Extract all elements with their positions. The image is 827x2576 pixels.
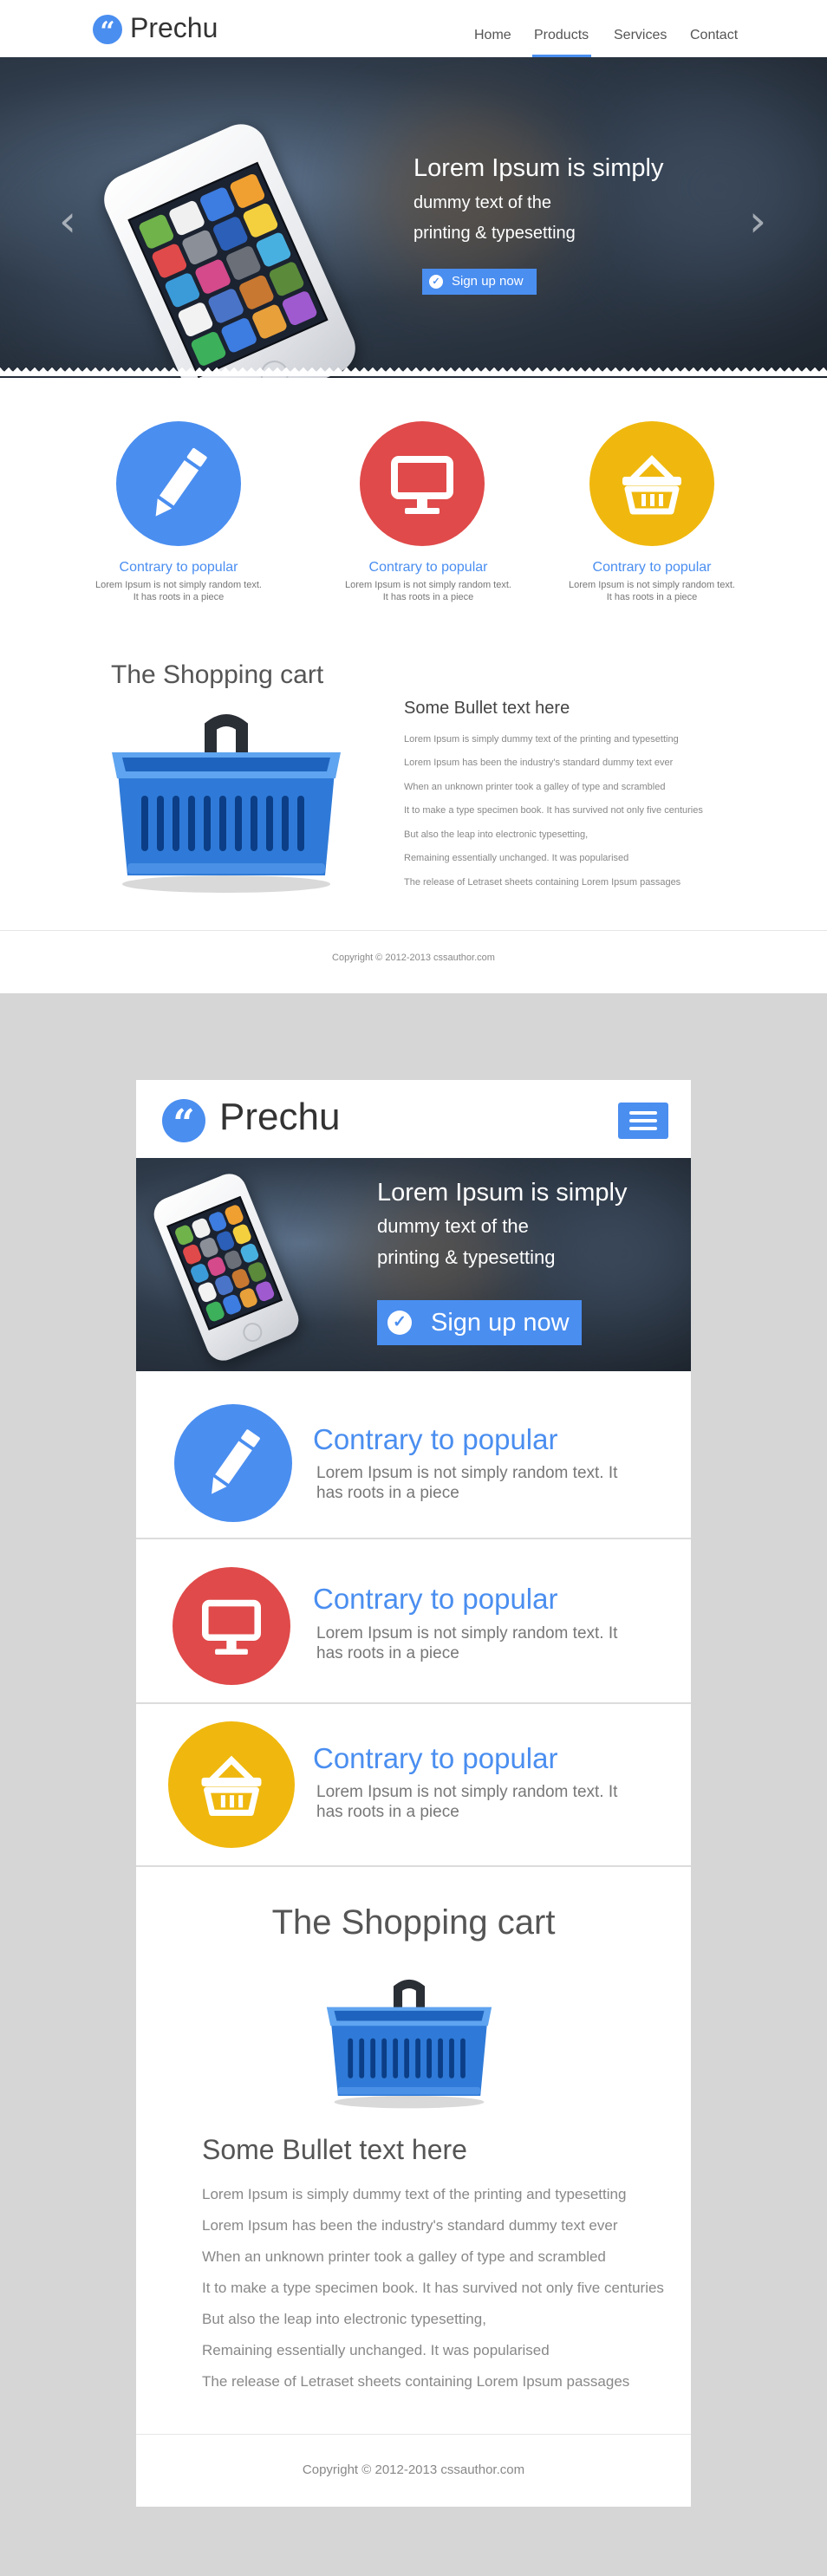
hero-subtitle-line1: dummy text of the (414, 193, 551, 212)
bullet-heading: Some Bullet text here (404, 699, 570, 718)
signup-label: Sign up now (452, 274, 524, 289)
row-divider (136, 1865, 691, 1867)
feature-title[interactable]: Contrary to popular (83, 560, 274, 576)
shopping-basket-image (318, 1977, 500, 2111)
feature-text: Lorem Ipsum is not simply random text. I… (316, 1464, 618, 1502)
nav-home[interactable]: Home (474, 28, 511, 43)
check-icon: ✓ (387, 1311, 412, 1335)
pencil-icon[interactable] (174, 1404, 292, 1522)
bullet-item: The release of Letraset sheets containin… (404, 877, 681, 888)
basket-icon[interactable] (168, 1721, 295, 1848)
feature-title[interactable]: Contrary to popular (333, 560, 524, 576)
hero-title: Lorem Ipsum is simply (377, 1179, 628, 1207)
bullet-item: Remaining essentially unchanged. It was … (202, 2342, 550, 2358)
hero-slider: Lorem Ipsum is simply dummy text of the … (0, 57, 827, 378)
feature-text: Lorem Ipsum is not simply random text. I… (316, 1624, 618, 1662)
nav-products[interactable]: Products (534, 28, 589, 43)
footer-divider (136, 2434, 691, 2435)
logo-quote-icon[interactable]: “ (162, 1099, 205, 1146)
phone-home-button (240, 1319, 265, 1345)
bullet-item: Lorem Ipsum is simply dummy text of the … (404, 734, 679, 745)
bullet-item: Lorem Ipsum is simply dummy text of the … (202, 2186, 627, 2202)
desktop-mockup: “ Prechu Home Products Services Contact … (0, 0, 827, 993)
feature-title[interactable]: Contrary to popular (557, 560, 747, 576)
bullet-item: But also the leap into electronic typese… (202, 2311, 486, 2327)
bullet-item: It to make a type specimen book. It has … (404, 805, 703, 816)
hero-title: Lorem Ipsum is simply (414, 154, 664, 182)
hero-subtitle-line1: dummy text of the (377, 1215, 529, 1237)
desktop-header: “ Prechu Home Products Services Contact (0, 0, 827, 57)
bullet-item: Lorem Ipsum has been the industry's stan… (404, 758, 674, 768)
nav-services[interactable]: Services (614, 28, 667, 43)
signup-label: Sign up now (431, 1309, 570, 1337)
check-icon: ✓ (429, 275, 443, 289)
iphone-image (148, 1168, 304, 1366)
bullet-item: Remaining essentially unchanged. It was … (404, 853, 629, 863)
slider-prev-arrow-icon[interactable]: ‹ (59, 196, 76, 246)
feature-title[interactable]: Contrary to popular (313, 1583, 557, 1616)
monitor-icon[interactable] (360, 421, 485, 546)
signup-button[interactable]: ✓ Sign up now (422, 269, 537, 295)
bullet-item: The release of Letraset sheets containin… (202, 2373, 630, 2390)
bullet-item: When an unknown printer took a galley of… (202, 2248, 606, 2265)
shopping-basket-image (108, 711, 344, 897)
bullet-item: But also the leap into electronic typese… (404, 829, 589, 840)
feature-text: Lorem Ipsum is not simply random text. It… (345, 580, 511, 602)
basket-icon[interactable] (589, 421, 714, 546)
footer-divider (0, 930, 827, 931)
signup-button[interactable]: ✓ Sign up now (377, 1300, 582, 1345)
feature-text: Lorem Ipsum is not simply random text. It… (569, 580, 735, 602)
hero-bg-blur (607, 92, 827, 283)
feature-title[interactable]: Contrary to popular (313, 1423, 557, 1456)
copyright: Copyright © 2012-2013 cssauthor.com (332, 953, 495, 963)
hero-slider: Lorem Ipsum is simply dummy text of the … (136, 1158, 691, 1371)
hero-zigzag-edge (0, 368, 827, 380)
row-divider (136, 1702, 691, 1704)
copyright: Copyright © 2012-2013 cssauthor.com (302, 2462, 525, 2477)
hero-subtitle-line2: printing & typesetting (414, 224, 576, 243)
brand-name[interactable]: Prechu (219, 1096, 340, 1139)
pencil-icon[interactable] (116, 421, 241, 546)
mobile-mockup: “ Prechu Lorem Ipsum is simply dummy tex… (136, 1080, 691, 2507)
feature-text: Lorem Ipsum is not simply random text. It… (95, 580, 262, 602)
phone-screen (166, 1195, 283, 1330)
hero-subtitle-line2: printing & typesetting (377, 1246, 556, 1268)
logo-quote-icon[interactable]: “ (93, 15, 122, 47)
hamburger-menu-icon[interactable] (618, 1103, 668, 1139)
nav-contact[interactable]: Contact (690, 28, 738, 43)
bullet-item: When an unknown printer took a galley of… (404, 782, 666, 792)
slider-next-arrow-icon[interactable]: › (749, 196, 766, 246)
monitor-icon[interactable] (173, 1567, 290, 1685)
bullet-item: It to make a type specimen book. It has … (202, 2280, 664, 2296)
row-divider (136, 1538, 691, 1539)
bullet-item: Lorem Ipsum has been the industry's stan… (202, 2217, 618, 2234)
bullet-heading: Some Bullet text here (202, 2134, 467, 2165)
shopping-cart-title: The Shopping cart (271, 1903, 556, 1942)
feature-text: Lorem Ipsum is not simply random text. I… (316, 1783, 618, 1821)
feature-title[interactable]: Contrary to popular (313, 1742, 557, 1775)
brand-name[interactable]: Prechu (130, 12, 218, 44)
shopping-cart-title: The Shopping cart (111, 660, 324, 689)
